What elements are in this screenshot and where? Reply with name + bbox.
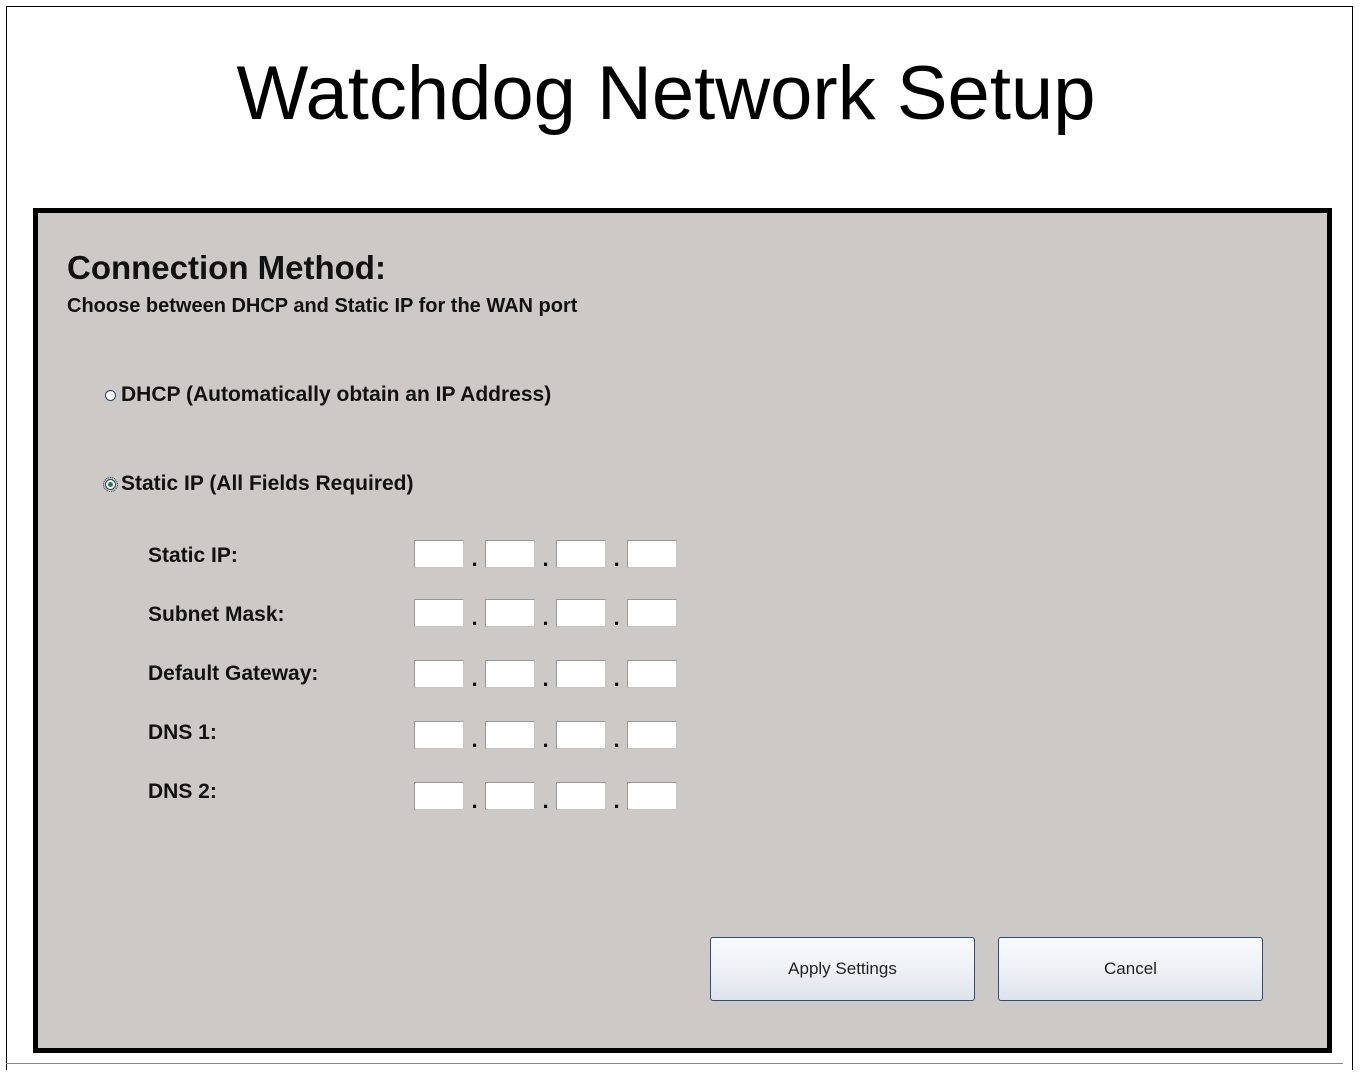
cancel-button[interactable]: Cancel — [998, 937, 1263, 1001]
dns2-octet-1[interactable] — [414, 782, 464, 810]
ip-dot: . — [613, 546, 620, 571]
dhcp-radio[interactable] — [105, 389, 116, 401]
static-ip-octet-1[interactable] — [414, 540, 464, 568]
dns2-input-group: . . . — [414, 782, 677, 813]
default-gateway-octet-1[interactable] — [414, 660, 464, 688]
dns1-input-group: . . . — [414, 721, 677, 752]
dns1-field-label: DNS 1: — [148, 721, 217, 744]
dns2-octet-2[interactable] — [485, 782, 535, 810]
ip-dot: . — [613, 788, 620, 813]
static-ip-option[interactable]: Static IP (All Fields Required) — [103, 472, 414, 496]
page-title: Watchdog Network Setup — [236, 51, 1096, 136]
static-ip-label: Static IP (All Fields Required) — [121, 472, 414, 495]
subnet-mask-octet-2[interactable] — [485, 599, 535, 627]
subnet-mask-field-label: Subnet Mask: — [148, 603, 285, 626]
section-title: Connection Method: — [67, 249, 386, 286]
static-ip-octet-4[interactable] — [627, 540, 677, 568]
ip-dot: . — [542, 546, 549, 571]
ip-dot: . — [471, 727, 478, 752]
default-gateway-octet-3[interactable] — [556, 660, 606, 688]
connection-method-panel: Connection Method: Choose between DHCP a… — [33, 208, 1332, 1053]
subnet-mask-octet-1[interactable] — [414, 599, 464, 627]
default-gateway-octet-2[interactable] — [485, 660, 535, 688]
dns2-field-label: DNS 2: — [148, 780, 217, 803]
bottom-divider — [6, 1063, 1343, 1064]
default-gateway-input-group: . . . — [414, 660, 677, 691]
ip-dot: . — [542, 788, 549, 813]
apply-settings-button[interactable]: Apply Settings — [710, 937, 975, 1001]
radio-selected-dot — [108, 481, 113, 487]
subnet-mask-octet-4[interactable] — [627, 599, 677, 627]
dhcp-option[interactable]: DHCP (Automatically obtain an IP Address… — [105, 383, 551, 407]
static-ip-field-label: Static IP: — [148, 544, 238, 567]
ip-dot: . — [471, 788, 478, 813]
ip-dot: . — [613, 666, 620, 691]
ip-dot: . — [471, 666, 478, 691]
ip-dot: . — [613, 727, 620, 752]
dns1-octet-4[interactable] — [627, 721, 677, 749]
subnet-mask-input-group: . . . — [414, 599, 677, 630]
default-gateway-field-label: Default Gateway: — [148, 662, 319, 685]
ip-dot: . — [542, 666, 549, 691]
subnet-mask-octet-3[interactable] — [556, 599, 606, 627]
dns2-octet-4[interactable] — [627, 782, 677, 810]
dns1-octet-2[interactable] — [485, 721, 535, 749]
static-ip-octet-3[interactable] — [556, 540, 606, 568]
dns1-octet-1[interactable] — [414, 721, 464, 749]
ip-dot: . — [542, 727, 549, 752]
static-ip-octet-2[interactable] — [485, 540, 535, 568]
ip-dot: . — [613, 605, 620, 630]
static-ip-radio[interactable] — [103, 476, 118, 492]
ip-dot: . — [471, 546, 478, 571]
dhcp-label: DHCP (Automatically obtain an IP Address… — [121, 383, 552, 406]
static-ip-input-group: . . . — [414, 540, 677, 571]
dns2-octet-3[interactable] — [556, 782, 606, 810]
dns1-octet-3[interactable] — [556, 721, 606, 749]
default-gateway-octet-4[interactable] — [627, 660, 677, 688]
ip-dot: . — [471, 605, 478, 630]
ip-dot: . — [542, 605, 549, 630]
section-subtitle: Choose between DHCP and Static IP for th… — [67, 295, 578, 317]
